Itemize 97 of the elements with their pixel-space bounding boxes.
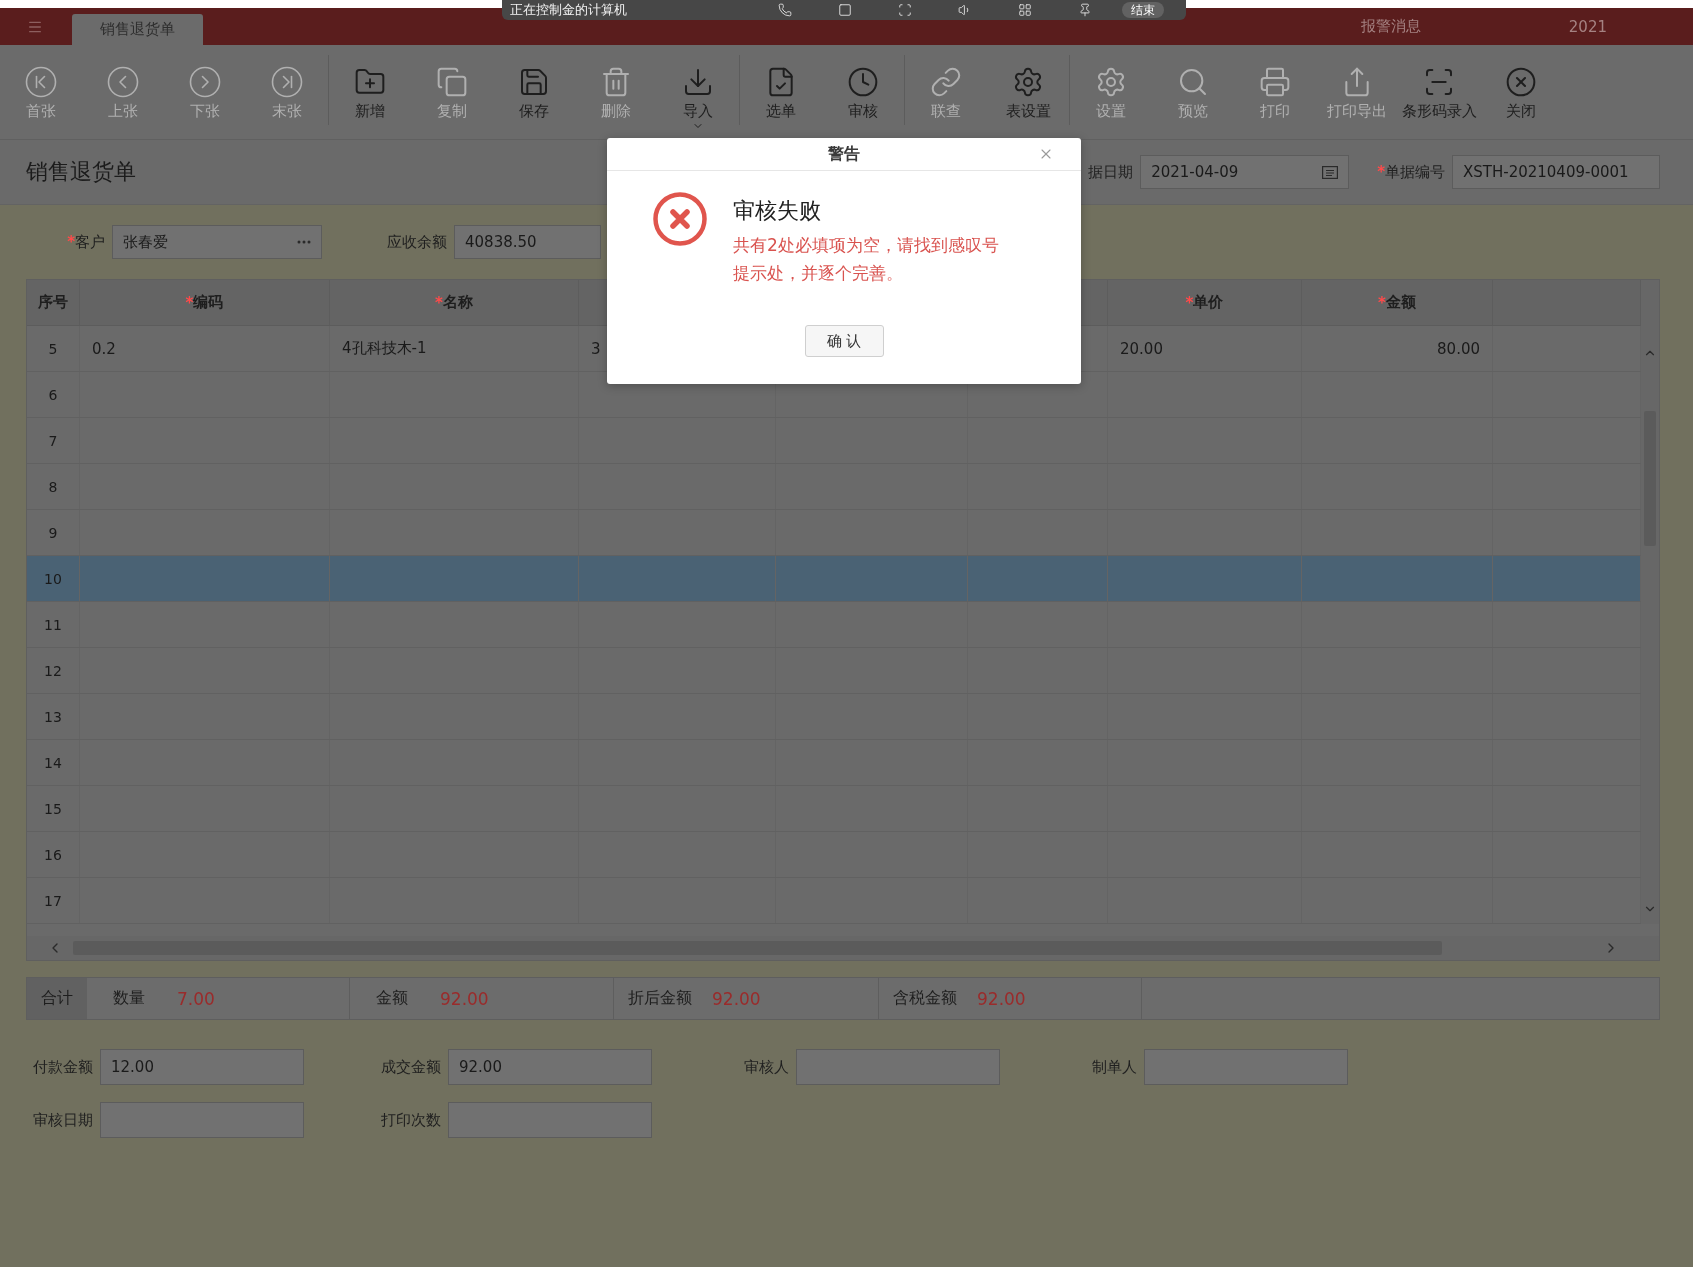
grid-icon[interactable] xyxy=(1018,3,1032,17)
year-text: 2021 xyxy=(1568,17,1607,36)
toolbar-button[interactable]: 审核 xyxy=(822,45,904,139)
row-number: 12 xyxy=(27,648,80,693)
summary-value: 7.00 xyxy=(177,988,215,1009)
row-number: 7 xyxy=(27,418,80,463)
circle-chevron-left-icon xyxy=(107,66,139,98)
circle-chevron-bar-left-icon xyxy=(25,66,57,98)
scan-frame-icon xyxy=(1423,66,1455,98)
toolbar-button[interactable]: 新增 xyxy=(329,45,411,139)
table-row[interactable]: 15 xyxy=(27,786,1641,832)
calendar-icon[interactable] xyxy=(1322,165,1339,179)
error-icon xyxy=(653,192,707,246)
input-field[interactable]: 40838.50 xyxy=(454,225,601,259)
field-label: 制单人 xyxy=(1091,1057,1137,1077)
column-header: *名称 xyxy=(330,280,579,325)
table-row[interactable]: 14 xyxy=(27,740,1641,786)
pin-icon[interactable] xyxy=(1078,3,1092,17)
toolbar-button[interactable]: 选单 xyxy=(740,45,822,139)
table-row[interactable]: 7 xyxy=(27,418,1641,464)
toolbar-button[interactable]: 导入 xyxy=(657,45,739,139)
toolbar-button[interactable]: 表设置 xyxy=(987,45,1069,139)
row-number: 15 xyxy=(27,786,80,831)
end-button[interactable]: 结束 xyxy=(1122,2,1164,18)
input-field[interactable]: 12.00 xyxy=(100,1049,304,1085)
page-title: 销售退货单 xyxy=(26,158,136,186)
row-number: 8 xyxy=(27,464,80,509)
summary-label: 折后金额 xyxy=(628,988,692,1009)
input-field[interactable]: XSTH-20210409-0001 xyxy=(1452,155,1660,189)
row-number: 16 xyxy=(27,832,80,877)
field-label: 应收余额 xyxy=(387,232,447,252)
summary-value: 92.00 xyxy=(712,988,761,1009)
column-header: *单价 xyxy=(1108,280,1302,325)
toolbar-button[interactable]: 保存 xyxy=(493,45,575,139)
toolbar-button[interactable]: 关闭 xyxy=(1480,45,1562,139)
total-label: 合计 xyxy=(27,978,87,1019)
date-field[interactable]: 2021-04-09 xyxy=(1140,155,1350,189)
search-icon xyxy=(1177,66,1209,98)
field-label: 据日期 xyxy=(1088,162,1134,182)
table-cell: 0.2 xyxy=(80,326,330,371)
input-field[interactable]: 92.00 xyxy=(448,1049,652,1085)
copy-icon xyxy=(436,66,468,98)
trash-icon xyxy=(600,66,632,98)
tab[interactable]: 销售退货单 xyxy=(72,14,203,45)
customer-field[interactable]: 张春爱 xyxy=(112,225,322,259)
table-row[interactable]: 17 xyxy=(27,878,1641,924)
table-row[interactable]: 16 xyxy=(27,832,1641,878)
field-label: 打印次数 xyxy=(380,1110,441,1130)
table-row[interactable]: 10 xyxy=(27,556,1641,602)
gear-icon xyxy=(1095,66,1127,98)
table-cell: 80.00 xyxy=(1302,326,1493,371)
field-label: 成交金额 xyxy=(380,1057,441,1077)
column-header: *编码 xyxy=(80,280,330,325)
printer-icon xyxy=(1259,66,1291,98)
summary-label: 数量 xyxy=(112,988,146,1009)
alarm-link[interactable]: 报警消息 xyxy=(1360,17,1421,36)
table-row[interactable]: 8 xyxy=(27,464,1641,510)
link-icon xyxy=(930,66,962,98)
summary-value: 92.00 xyxy=(440,988,489,1009)
phone-icon[interactable] xyxy=(778,3,792,17)
row-number: 10 xyxy=(27,556,80,601)
square-icon[interactable] xyxy=(838,3,852,17)
circle-chevron-bar-right-icon xyxy=(271,66,303,98)
column-header: 序号 xyxy=(27,280,80,325)
table-cell: 4孔科技木-1 xyxy=(330,326,579,371)
table-row[interactable]: 11 xyxy=(27,602,1641,648)
summary-label: 含税金额 xyxy=(893,988,957,1009)
table-row[interactable]: 12 xyxy=(27,648,1641,694)
row-number: 5 xyxy=(27,326,80,371)
toolbar-button[interactable]: 条形码录入 xyxy=(1398,45,1480,139)
row-number: 13 xyxy=(27,694,80,739)
row-number: 14 xyxy=(27,740,80,785)
remote-session-title: 正在控制金的计算机 xyxy=(510,1,627,19)
summary-value: 92.00 xyxy=(977,988,1026,1009)
table-cell: 20.00 xyxy=(1108,326,1302,371)
row-number: 11 xyxy=(27,602,80,647)
summary-label: 金额 xyxy=(375,988,409,1009)
table-row[interactable]: 13 xyxy=(27,694,1641,740)
dialog-title: 警告 xyxy=(828,143,860,165)
circle-chevron-right-icon xyxy=(189,66,221,98)
confirm-button[interactable]: 确 认 xyxy=(804,325,884,357)
row-number: 9 xyxy=(27,510,80,555)
field-label: *客户 xyxy=(66,232,105,252)
field-label: 审核日期 xyxy=(32,1110,93,1130)
field-label: *单据编号 xyxy=(1377,162,1445,182)
row-number: 6 xyxy=(27,372,80,417)
field-label: 审核人 xyxy=(743,1057,789,1077)
error-message: 共有2处必填项为空，请找到感叹号提示处，并逐个完善。 xyxy=(733,234,1000,285)
column-header: *金额 xyxy=(1302,280,1493,325)
gear-icon xyxy=(1012,66,1044,98)
dialog-heading: 审核失败 xyxy=(733,197,822,225)
row-number: 17 xyxy=(27,878,80,923)
clock-icon xyxy=(847,66,879,98)
ellipsis-icon[interactable] xyxy=(297,240,311,244)
field-label: 付款金额 xyxy=(32,1057,93,1077)
close-icon xyxy=(1505,66,1537,98)
frame-icon[interactable] xyxy=(898,3,912,17)
